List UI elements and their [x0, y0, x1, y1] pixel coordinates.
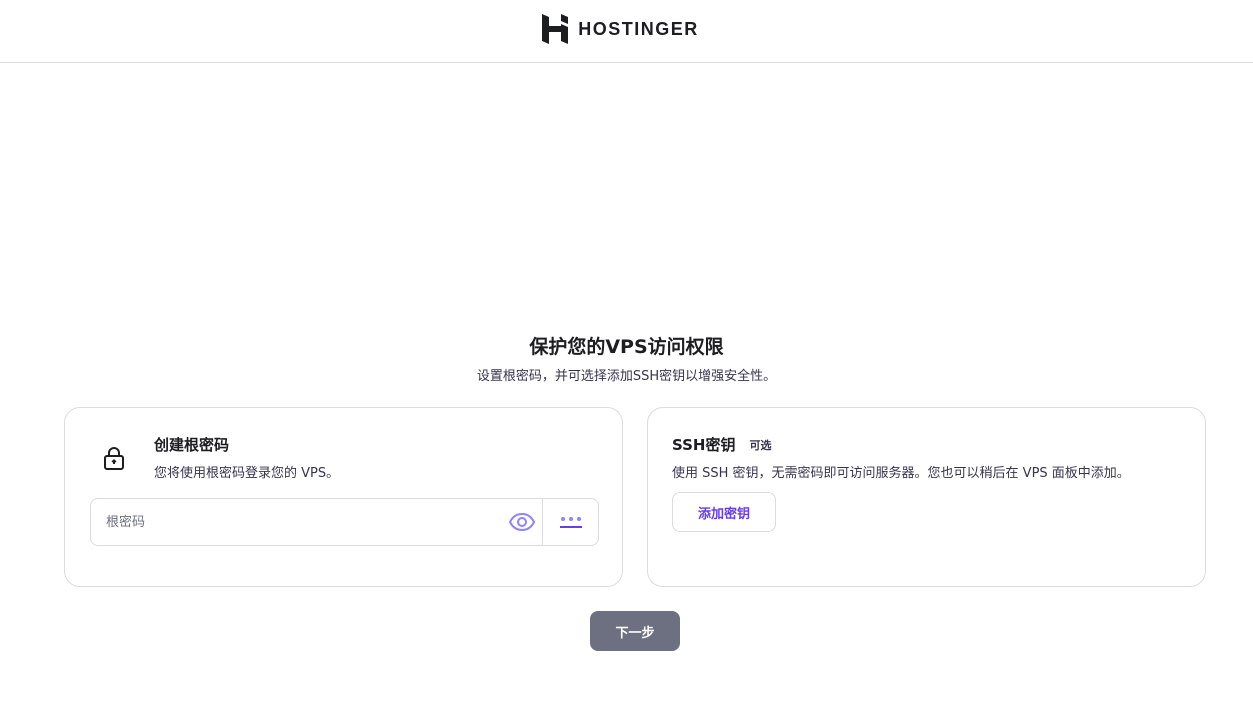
add-ssh-key-button[interactable]: 添加密钥	[672, 492, 776, 532]
generate-password-button[interactable]	[542, 499, 598, 545]
ssh-key-card: SSH密钥 可选 使用 SSH 密钥，无需密码即可访问服务器。您也可以稍后在 V…	[647, 407, 1206, 587]
hostinger-logo-icon	[542, 14, 568, 44]
show-password-icon[interactable]	[502, 513, 542, 531]
root-password-description: 您将使用根密码登录您的 VPS。	[154, 462, 339, 481]
hostinger-logo[interactable]: HOSTINGER	[542, 14, 699, 44]
root-password-title: 创建根密码	[154, 434, 229, 455]
ssh-key-description: 使用 SSH 密钥，无需密码即可访问服务器。您也可以稍后在 VPS 面板中添加。	[672, 462, 1130, 481]
brand-name: HOSTINGER	[578, 19, 699, 40]
root-password-card: 创建根密码 您将使用根密码登录您的 VPS。	[64, 407, 623, 587]
lock-icon	[103, 446, 125, 470]
generate-password-icon	[560, 515, 582, 529]
optional-badge: 可选	[746, 435, 776, 455]
page-title: 保护您的VPS访问权限	[0, 332, 1253, 359]
root-password-field	[90, 498, 599, 546]
next-step-button[interactable]: 下一步	[590, 611, 680, 651]
root-password-input[interactable]	[91, 499, 502, 545]
ssh-key-title: SSH密钥	[672, 434, 736, 455]
header: HOSTINGER	[0, 0, 1253, 63]
ssh-key-title-row: SSH密钥 可选	[672, 434, 776, 455]
page-subtitle: 设置根密码，并可选择添加SSH密钥以增强安全性。	[0, 365, 1253, 384]
